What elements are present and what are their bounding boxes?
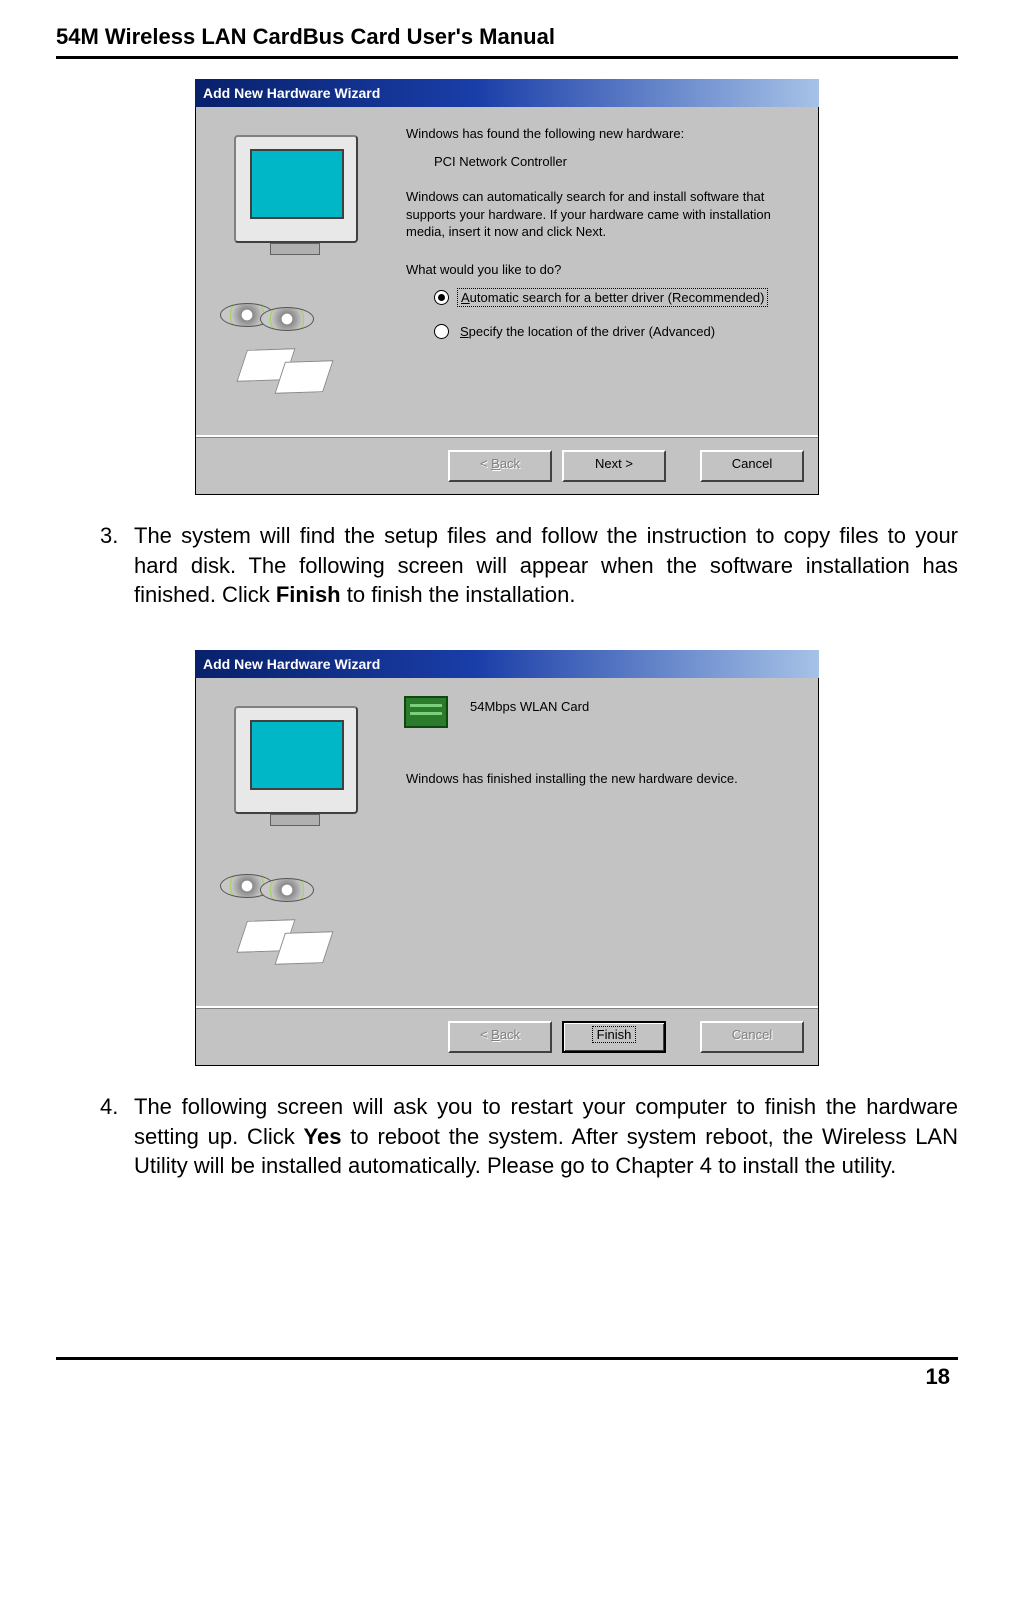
wiz1-auto-text: Windows can automatically search for and… — [406, 188, 802, 241]
finish-button[interactable]: Finish — [562, 1021, 666, 1053]
wizard-2-titlebar: Add New Hardware Wizard — [195, 650, 819, 678]
wizard-1-footer: < Back Next > Cancel — [196, 437, 818, 494]
wiz1-found-text: Windows has found the following new hard… — [406, 125, 802, 143]
next-button[interactable]: Next > — [562, 450, 666, 482]
wiz2-device-name: 54Mbps WLAN Card — [470, 698, 802, 716]
wizard-2-footer: < Back Finish Cancel — [196, 1008, 818, 1065]
step-text: The following screen will ask you to res… — [134, 1092, 958, 1181]
radio-auto-label: Automatic search for a better driver (Re… — [457, 288, 768, 307]
step-number: 4. — [100, 1092, 134, 1181]
back-button[interactable]: < Back — [448, 450, 552, 482]
radio-specify-label: Specify the location of the driver (Adva… — [457, 323, 718, 340]
step-number: 3. — [100, 521, 134, 610]
footer-rule — [56, 1357, 958, 1360]
wizard-1-titlebar: Add New Hardware Wizard — [195, 79, 819, 107]
wizard-1: Add New Hardware Wizard Windows has foun… — [195, 79, 819, 495]
radio-auto-search[interactable]: Automatic search for a better driver (Re… — [434, 288, 802, 307]
page-number: 18 — [56, 1364, 958, 1390]
step-3: 3. The system will find the setup files … — [100, 521, 958, 610]
wiz1-device-name: PCI Network Controller — [406, 153, 802, 171]
device-chip-icon — [404, 696, 448, 728]
doc-title: 54M Wireless LAN CardBus Card User's Man… — [56, 24, 958, 50]
step-4: 4. The following screen will ask you to … — [100, 1092, 958, 1181]
radio-icon — [434, 290, 449, 305]
cancel-button[interactable]: Cancel — [700, 450, 804, 482]
wizard-illustration — [212, 692, 392, 998]
back-button[interactable]: < Back — [448, 1021, 552, 1053]
wizard-2: Add New Hardware Wizard — [195, 650, 819, 1066]
cancel-button[interactable]: Cancel — [700, 1021, 804, 1053]
header-rule — [56, 56, 958, 59]
wiz2-finished-text: Windows has finished installing the new … — [406, 770, 802, 788]
wizard-illustration — [212, 121, 392, 427]
wiz1-prompt: What would you like to do? — [406, 261, 802, 279]
radio-icon — [434, 324, 449, 339]
step-text: The system will find the setup files and… — [134, 521, 958, 610]
radio-specify-location[interactable]: Specify the location of the driver (Adva… — [434, 323, 802, 340]
